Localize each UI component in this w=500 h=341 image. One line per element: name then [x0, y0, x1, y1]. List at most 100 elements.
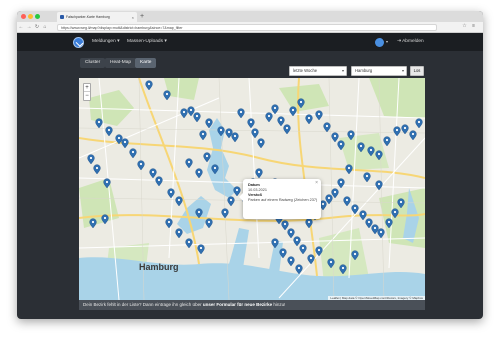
logout-link[interactable]: ⇥ Abmelden [397, 39, 424, 44]
map-marker-dot [329, 260, 333, 264]
zoom-out-button[interactable]: − [84, 92, 90, 100]
map-marker-dot [169, 190, 173, 194]
map-marker-dot [317, 248, 321, 252]
popup-violation-value: Parken auf einem Radweg (Zeichen 237) [248, 198, 318, 202]
map-marker-dot [339, 142, 343, 146]
reload-icon[interactable]: ↻ [33, 24, 41, 30]
new-tab-button[interactable]: + [140, 12, 144, 21]
map-marker-dot [307, 116, 311, 120]
avatar[interactable] [375, 38, 384, 47]
map-marker-dot [359, 144, 363, 148]
tab-title: Falschparker-Karte Hamburg [66, 15, 110, 19]
back-icon[interactable]: ← [17, 24, 25, 30]
map-marker-dot [321, 202, 325, 206]
map-marker-dot [289, 230, 293, 234]
popup-close-icon[interactable]: × [315, 180, 318, 186]
map-marker-dot [107, 128, 111, 132]
zoom-in-button[interactable]: + [84, 84, 90, 92]
map-marker-dot [379, 230, 383, 234]
map-marker-dot [187, 240, 191, 244]
marker-popup: × Datum 10.03.2021 Verstoß Parken auf ei… [239, 179, 321, 219]
map-marker-dot [177, 198, 181, 202]
forward-icon[interactable]: → [25, 24, 33, 30]
map-marker-dot [365, 174, 369, 178]
map-marker-dot [131, 150, 135, 154]
map-marker-dot [117, 136, 121, 140]
tab-karte[interactable]: Karte [135, 58, 157, 68]
map-marker-dot [165, 92, 169, 96]
map-marker-dot [345, 198, 349, 202]
map-marker-dot [369, 148, 373, 152]
go-button[interactable]: Los [410, 66, 424, 76]
map-marker-dot [257, 170, 261, 174]
menu-reports[interactable]: Meldungen ▾ [92, 39, 120, 44]
tab-cluster[interactable]: Cluster [80, 58, 106, 68]
city-label: Hamburg [139, 262, 179, 272]
zoom-control: + − [83, 83, 91, 101]
map-marker-dot [267, 114, 271, 118]
map-marker-dot [97, 120, 101, 124]
map-marker-dot [273, 106, 277, 110]
map-marker-dot [151, 170, 155, 174]
map-marker-dot [199, 246, 203, 250]
map-marker-dot [283, 222, 287, 226]
logo-icon[interactable] [73, 37, 84, 48]
map-marker-dot [385, 138, 389, 142]
browser-tab[interactable]: Falschparker-Karte Hamburg × [57, 12, 137, 22]
map-marker-dot [339, 180, 343, 184]
close-window-button[interactable] [21, 14, 26, 19]
map-marker-dot [411, 132, 415, 136]
map[interactable]: + − Hamburg × Datum 10.03.2021 Verstoß P… [79, 78, 425, 300]
map-marker-dot [377, 152, 381, 156]
map-marker-dot [289, 258, 293, 262]
map-marker-dot [367, 220, 371, 224]
tab-heatmap[interactable]: Heat-Map [105, 58, 137, 68]
home-icon[interactable]: ⌂ [41, 24, 49, 30]
district-select[interactable]: Hamburg [351, 66, 407, 76]
map-marker-dot [147, 82, 151, 86]
browser-menu-icon[interactable]: ☆ ≡ [462, 23, 477, 29]
url-field[interactable]: https://www.weg.li/map?display=multi&dis… [57, 24, 437, 31]
map-marker-dot [349, 132, 353, 136]
map-marker-dot [307, 220, 311, 224]
map-marker-dot [223, 210, 227, 214]
map-marker-dot [201, 132, 205, 136]
map-marker-dot [353, 206, 357, 210]
map-marker-dot [325, 124, 329, 128]
maximize-window-button[interactable] [35, 14, 40, 19]
tab-close-icon[interactable]: × [132, 15, 134, 20]
map-marker-dot [361, 212, 365, 216]
minimize-window-button[interactable] [28, 14, 33, 19]
map-marker-dot [139, 162, 143, 166]
map-marker-dot [377, 182, 381, 186]
favicon-icon [60, 15, 64, 19]
footer-note: Dein Bezirk fehlt in der Liste? Dann ein… [79, 300, 425, 310]
map-marker-dot [207, 220, 211, 224]
map-marker-dot [403, 126, 407, 130]
period-select[interactable]: letzte Woche [289, 66, 347, 76]
map-marker-dot [105, 180, 109, 184]
map-marker-dot [205, 154, 209, 158]
map-marker-dot [233, 134, 237, 138]
new-district-form-link[interactable]: unser Formular für neue Bezirke [203, 302, 272, 307]
map-marker-dot [197, 170, 201, 174]
map-marker-dot [399, 200, 403, 204]
map-marker-dot [239, 110, 243, 114]
map-marker-dot [249, 120, 253, 124]
map-marker-dot [123, 140, 127, 144]
map-marker-dot [395, 128, 399, 132]
map-marker-dot [207, 120, 211, 124]
map-marker-dot [273, 240, 277, 244]
menu-bulk-upload[interactable]: Massen-Uploads ▾ [127, 39, 167, 44]
map-marker-dot [309, 256, 313, 260]
map-marker-dot [353, 252, 357, 256]
map-marker-dot [297, 266, 301, 270]
map-marker-dot [301, 246, 305, 250]
map-marker-dot [227, 130, 231, 134]
chevron-down-icon[interactable]: ▾ [386, 39, 388, 44]
map-marker-dot [333, 134, 337, 138]
map-marker-dot [235, 188, 239, 192]
map-marker-dot [91, 220, 95, 224]
map-marker-dot [187, 160, 191, 164]
map-marker-dot [229, 198, 233, 202]
